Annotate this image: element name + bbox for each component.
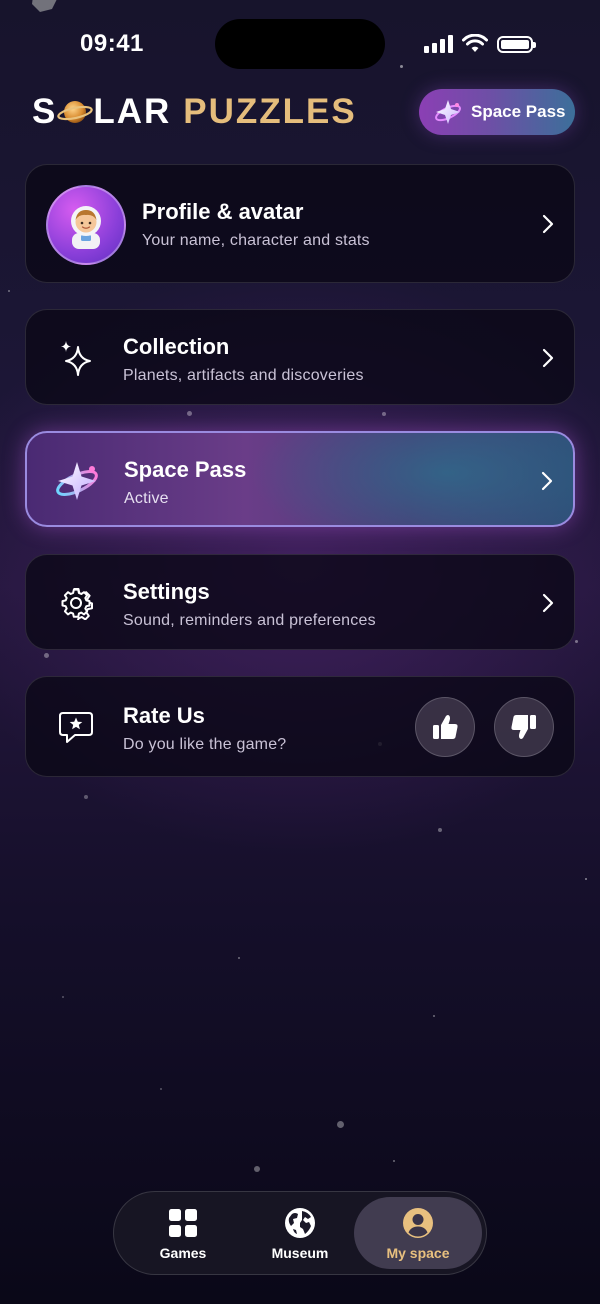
battery-icon: [497, 35, 536, 53]
astronaut-avatar-icon: [71, 206, 101, 249]
collection-title: Collection: [123, 334, 230, 359]
settings-card[interactable]: Settings Sound, reminders and preference…: [25, 554, 575, 650]
rate-us-subtitle: Do you like the game?: [123, 736, 287, 753]
collection-subtitle: Planets, artifacts and discoveries: [123, 367, 364, 384]
avatar: [46, 185, 126, 265]
settings-subtitle: Sound, reminders and preferences: [123, 612, 376, 629]
bottom-tab-bar: Games Museum My space: [113, 1191, 487, 1275]
space-pass-star-icon: [49, 453, 105, 509]
status-icons: [424, 33, 536, 55]
cellular-signal-icon: [424, 35, 453, 53]
thumbs-down-button[interactable]: [494, 697, 554, 757]
chevron-right-icon: [542, 593, 554, 613]
status-time: 09:41: [80, 30, 144, 57]
chevron-right-icon: [542, 214, 554, 234]
saturn-planet-icon: [57, 101, 94, 123]
grid-icon: [167, 1207, 199, 1239]
profile-subtitle: Your name, character and stats: [142, 232, 370, 249]
star-message-icon: [48, 699, 104, 755]
thumbs-up-button[interactable]: [415, 697, 475, 757]
status-bar: 09:41: [0, 0, 600, 90]
thumbs-down-icon: [511, 715, 536, 739]
tab-games-label: Games: [159, 1245, 207, 1261]
sparkles-icon: [48, 330, 104, 386]
logo-word-solar-end: LAR: [93, 92, 172, 131]
chevron-right-icon: [541, 471, 553, 491]
gear-icon: [48, 575, 104, 631]
profile-card[interactable]: Profile & avatar Your name, character an…: [25, 164, 575, 283]
space-pass-header-button[interactable]: Space Pass: [419, 89, 575, 135]
space-pass-title: Space Pass: [124, 457, 247, 482]
tab-games[interactable]: Games: [126, 1197, 240, 1269]
logo-letter-s: S: [32, 92, 58, 131]
globe-icon: [284, 1207, 316, 1239]
settings-title: Settings: [123, 579, 210, 604]
rate-us-title: Rate Us: [123, 703, 205, 728]
wifi-icon: [462, 34, 488, 52]
space-pass-card[interactable]: Space Pass Active: [25, 431, 575, 527]
profile-title: Profile & avatar: [142, 199, 304, 224]
thumbs-up-icon: [433, 715, 458, 739]
chevron-right-icon: [542, 348, 554, 368]
dynamic-island: [215, 19, 385, 69]
tab-my-space-label: My space: [386, 1245, 450, 1261]
tab-museum[interactable]: Museum: [243, 1197, 357, 1269]
tab-my-space[interactable]: My space: [354, 1197, 482, 1269]
collection-card[interactable]: Collection Planets, artifacts and discov…: [25, 309, 575, 405]
space-pass-header-label: Space Pass: [471, 102, 566, 121]
person-icon: [402, 1207, 434, 1239]
rate-us-card: Rate Us Do you like the game?: [25, 676, 575, 777]
tab-museum-label: Museum: [271, 1245, 329, 1261]
app-logo: S LAR PUZZLES: [32, 92, 357, 132]
space-pass-star-icon: [435, 100, 461, 124]
logo-word-puzzles: PUZZLES: [183, 92, 357, 131]
space-pass-status: Active: [124, 490, 169, 507]
